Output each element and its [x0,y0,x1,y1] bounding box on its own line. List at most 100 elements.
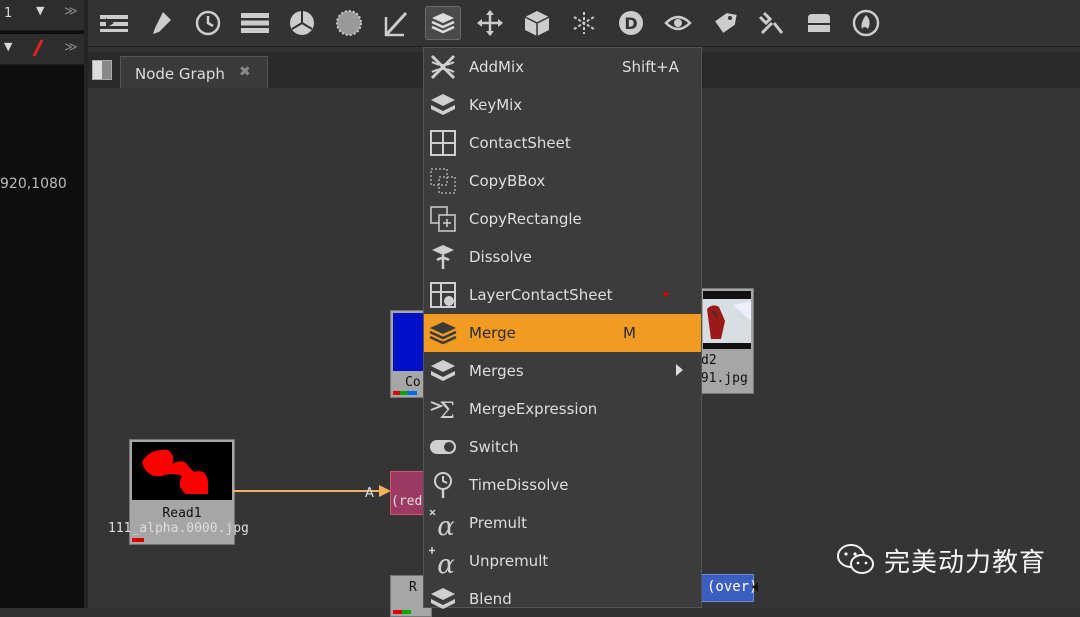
color-icon[interactable] [284,6,320,40]
menu-label: LayerContactSheet [469,286,613,304]
tab-label: Node Graph [135,65,225,83]
paint-icon[interactable] [143,6,179,40]
merge-icon[interactable] [425,6,461,40]
particles-icon[interactable] [566,6,602,40]
format-coords: 920,1080 [0,176,67,192]
time-icon[interactable] [190,6,226,40]
merge-name: (red [391,494,423,509]
svg-text:Σ: Σ [439,399,455,424]
read2-thumbnail [703,291,751,349]
deep-icon[interactable]: D [613,6,649,40]
read2-node[interactable]: d2 191.jpg [693,288,754,394]
other-icon[interactable] [801,6,837,40]
mergeexpression-icon: Σ [428,394,458,424]
merges-icon [428,356,458,386]
toolsets-icon[interactable] [754,6,790,40]
menu-label: Switch [469,438,519,456]
menu-label: Merge [469,324,516,342]
svg-text:D: D [624,14,637,33]
close-icon[interactable]: ✖ [239,64,251,80]
menu-label: Merges [469,362,524,380]
frame-row: 1 ▼ ≫ [0,0,84,31]
nodes-toolbar: D [88,0,1080,47]
read1-name: Read1 [162,506,202,521]
copybbox-icon [428,166,458,196]
input-a-label: A [365,486,374,501]
tool-row: ▼ ≫ [0,34,84,65]
read1-filename: 111_alpha.0000.jpg [108,521,249,536]
tab-node-graph[interactable]: Node Graph ✖ [120,56,268,88]
copyrectangle-icon [428,204,458,234]
addmix-icon [428,52,458,82]
menu-shortcut: Shift+A [622,58,679,76]
read2-name: d2 [701,353,717,368]
dropdown-arrow-icon[interactable]: ▼ [36,4,44,17]
merge-over-label: (over) [707,579,758,595]
menu-label: TimeDissolve [469,476,569,494]
input-icon[interactable] [96,6,132,40]
wechat-icon [837,544,874,574]
watermark: 完美动力教育 [836,540,1046,580]
properties-panel: 1 ▼ ≫ ▼ ≫ 920,1080 [0,0,84,608]
merge-menu: AddMix Shift+A KeyMix ContactSheet CopyB… [423,47,702,609]
3d-icon[interactable] [519,6,555,40]
menu-item-timedissolve[interactable]: TimeDissolve [424,466,701,504]
menu-item-copybbox[interactable]: CopyBBox [424,162,701,200]
menu-item-addmix[interactable]: AddMix Shift+A [424,48,701,86]
filter-icon[interactable] [331,6,367,40]
menu-item-blend[interactable]: Blend [424,580,701,609]
menu-label: AddMix [469,58,525,76]
menu-label: Unpremult [469,552,549,570]
bottom-node-name: R [409,580,417,595]
merge-over-node[interactable]: (over) [700,574,758,602]
menu-item-dissolve[interactable]: Dissolve [424,238,701,276]
menu-item-unpremult[interactable]: α Unpremult [424,542,701,580]
transform-icon[interactable] [472,6,508,40]
premult-icon: α [428,508,458,542]
submenu-arrow-icon [676,364,683,376]
metadata-icon[interactable] [707,6,743,40]
keymix-icon [428,90,458,120]
unpremult-icon: α [428,546,458,580]
read1-thumbnail [132,442,232,500]
menu-label: CopyRectangle [469,210,582,228]
pane-menu-icon[interactable] [92,60,112,80]
collapse-icon[interactable]: ≫ [64,4,78,19]
menu-item-copyrectangle[interactable]: CopyRectangle [424,200,701,238]
menu-item-switch[interactable]: Switch [424,428,701,466]
menu-item-contactsheet[interactable]: ContactSheet [424,124,701,162]
keyer-icon[interactable] [378,6,414,40]
layercontactsheet-icon [428,280,458,310]
contactsheet-icon [428,128,458,158]
menu-item-merge[interactable]: Merge M [424,314,701,352]
channel-icon[interactable] [237,6,273,40]
constant-name: Co [405,375,421,390]
dissolve-icon [428,242,458,272]
blend-icon [428,584,458,609]
views-icon[interactable] [660,6,696,40]
frame-value[interactable]: 1 [4,6,12,21]
collapse-icon[interactable]: ≫ [64,40,78,55]
menu-item-layercontactsheet[interactable]: LayerContactSheet [424,276,701,314]
menu-item-mergeexpression[interactable]: Σ MergeExpression [424,390,701,428]
menu-label: MergeExpression [469,400,598,418]
menu-item-keymix[interactable]: KeyMix [424,86,701,124]
svg-text:α: α [437,550,455,576]
menu-label: ContactSheet [469,134,571,152]
watermark-text: 完美动力教育 [884,547,1047,578]
menu-label: CopyBBox [469,172,546,190]
switch-icon [428,432,458,462]
menu-label: KeyMix [469,96,523,114]
menu-shortcut: M [623,324,636,342]
menu-item-premult[interactable]: α Premult [424,504,701,542]
timedissolve-icon [428,470,458,500]
menu-label: Premult [469,514,528,532]
red-pen-icon[interactable] [30,38,44,58]
menu-label: Dissolve [469,248,532,266]
menu-item-merges[interactable]: Merges [424,352,701,390]
merge-icon [428,318,458,348]
furnace-icon[interactable] [848,6,884,40]
menu-label: Blend [469,590,512,608]
svg-text:α: α [437,512,455,538]
dropdown-arrow-icon[interactable]: ▼ [4,40,12,53]
